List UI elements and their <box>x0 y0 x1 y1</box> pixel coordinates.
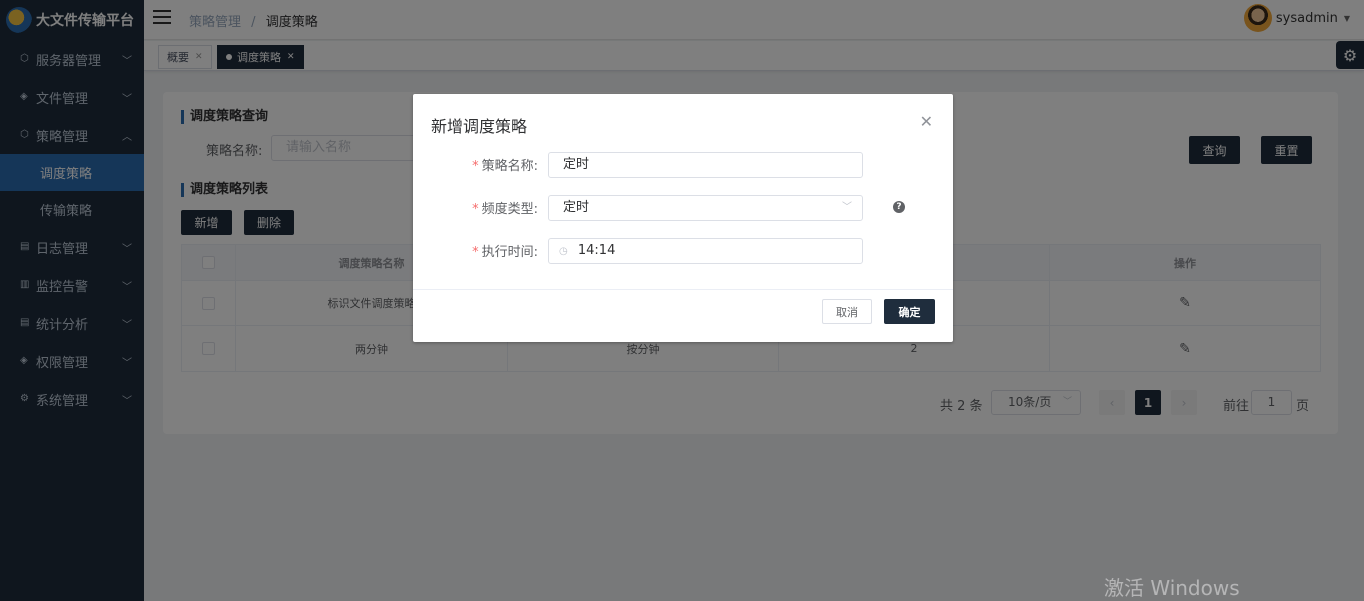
execute-time-picker[interactable]: ◷ 14:14 <box>548 238 863 264</box>
cancel-button[interactable]: 取消 <box>822 299 872 324</box>
close-icon[interactable]: ✕ <box>920 112 933 131</box>
confirm-button[interactable]: 确定 <box>884 299 935 324</box>
field-label-name: * 策略名称: <box>413 155 538 174</box>
dialog-divider <box>413 289 953 290</box>
label-text: 策略名称: <box>481 159 538 174</box>
strategy-name-input[interactable]: 定时 <box>548 152 863 178</box>
required-mark: * <box>472 202 479 217</box>
select-value: 定时 <box>563 200 590 215</box>
add-strategy-dialog: 新增调度策略 ✕ * 策略名称: 定时 * 频度类型: 定时 ﹀ ? * 执行时间: … <box>413 94 953 342</box>
dialog-title: 新增调度策略 <box>431 117 528 136</box>
help-icon[interactable]: ? <box>893 201 905 213</box>
windows-activation-watermark: 激活 Windows <box>1104 576 1240 600</box>
time-value: 14:14 <box>577 243 616 258</box>
field-label-frequency: * 频度类型: <box>413 198 538 217</box>
label-text: 频度类型: <box>481 202 538 217</box>
chevron-down-icon: ﹀ <box>842 202 852 213</box>
required-mark: * <box>472 159 479 174</box>
clock-icon: ◷ <box>559 246 568 257</box>
field-label-time: * 执行时间: <box>413 241 538 260</box>
frequency-type-select[interactable]: 定时 ﹀ <box>548 195 863 221</box>
label-text: 执行时间: <box>481 245 538 260</box>
required-mark: * <box>472 245 479 260</box>
